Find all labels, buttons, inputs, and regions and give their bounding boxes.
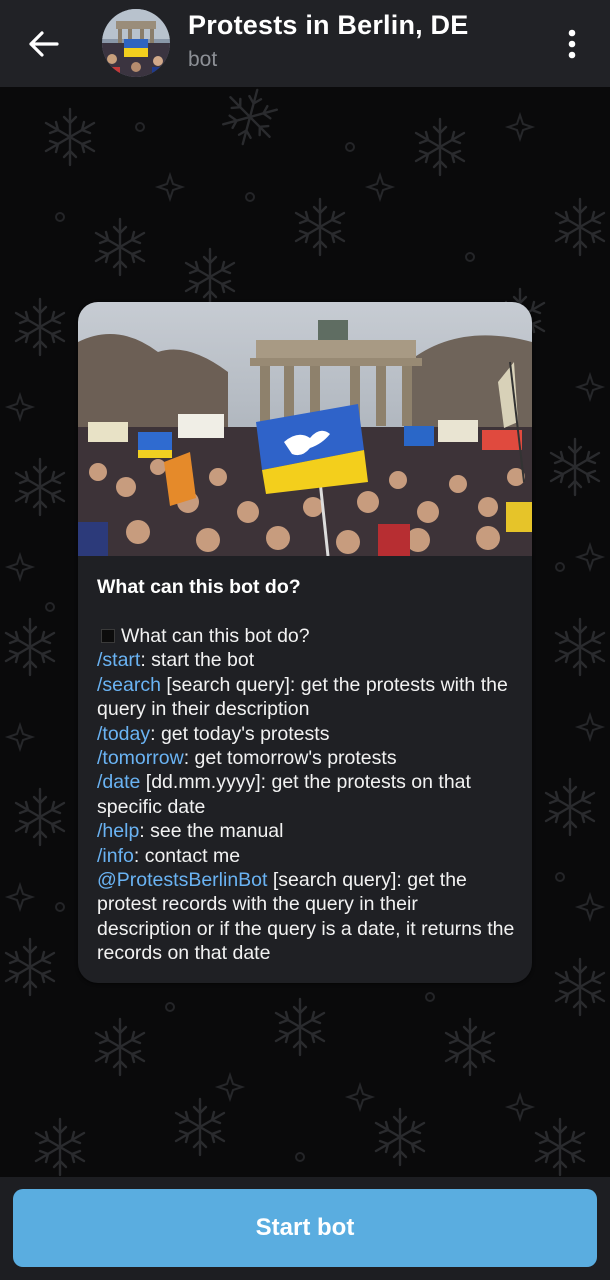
command-description: : see the manual xyxy=(139,820,284,843)
bot-cover-photo xyxy=(78,302,532,556)
card-heading: What can this bot do? xyxy=(97,576,301,598)
top-bar: Protests in Berlin, DE bot xyxy=(0,0,610,87)
command-description: : get tomorrow's protests xyxy=(183,747,397,770)
command-description: : contact me xyxy=(133,844,241,867)
command-link[interactable]: /tomorrow xyxy=(97,747,184,769)
description-line: @ProtestsBerlinBot [search query]: get t… xyxy=(97,868,517,966)
start-bot-button[interactable]: Start bot xyxy=(13,1189,597,1267)
command-description: : get today's protests xyxy=(150,722,330,745)
more-vertical-icon xyxy=(568,29,576,59)
command-description: [dd.mm.yyyy]: get the protests on that s… xyxy=(97,771,471,818)
username-link[interactable]: @ProtestsBerlinBot xyxy=(97,869,267,891)
description-line: /search [search query]: get the protests… xyxy=(97,673,517,722)
bot-info-card: What can this bot do? What can this bot … xyxy=(78,302,532,983)
description-line: /date [dd.mm.yyyy]: get the protests on … xyxy=(97,770,517,819)
command-link[interactable]: /today xyxy=(97,723,150,745)
arrow-left-icon xyxy=(29,31,59,57)
command-link[interactable]: /help xyxy=(97,820,139,842)
back-button[interactable] xyxy=(22,22,66,66)
command-link[interactable]: /search xyxy=(97,674,161,696)
command-link[interactable]: /start xyxy=(97,649,140,671)
bot-description: What can this bot do? What can this bot … xyxy=(97,574,517,966)
description-line: /help: see the manual xyxy=(97,819,517,843)
description-line: /start: start the bot xyxy=(97,648,517,672)
square-icon xyxy=(101,629,115,643)
description-line: /today: get today's protests xyxy=(97,722,517,746)
chat-title[interactable]: Protests in Berlin, DE xyxy=(188,10,468,41)
description-intro: What can this bot do? xyxy=(121,625,310,647)
description-line: What can this bot do? xyxy=(97,624,517,648)
command-link[interactable]: /date xyxy=(97,771,140,793)
chat-subtitle: bot xyxy=(188,48,218,71)
command-link[interactable]: /info xyxy=(97,845,134,867)
command-description: : start the bot xyxy=(140,649,255,672)
description-text: What can this bot do? /start: start the … xyxy=(97,624,517,966)
bottom-bar: Start bot xyxy=(0,1177,610,1280)
more-menu-button[interactable] xyxy=(552,22,592,66)
description-line: /info: contact me xyxy=(97,844,517,868)
avatar[interactable] xyxy=(102,9,170,77)
description-line: /tomorrow: get tomorrow's protests xyxy=(97,746,517,770)
